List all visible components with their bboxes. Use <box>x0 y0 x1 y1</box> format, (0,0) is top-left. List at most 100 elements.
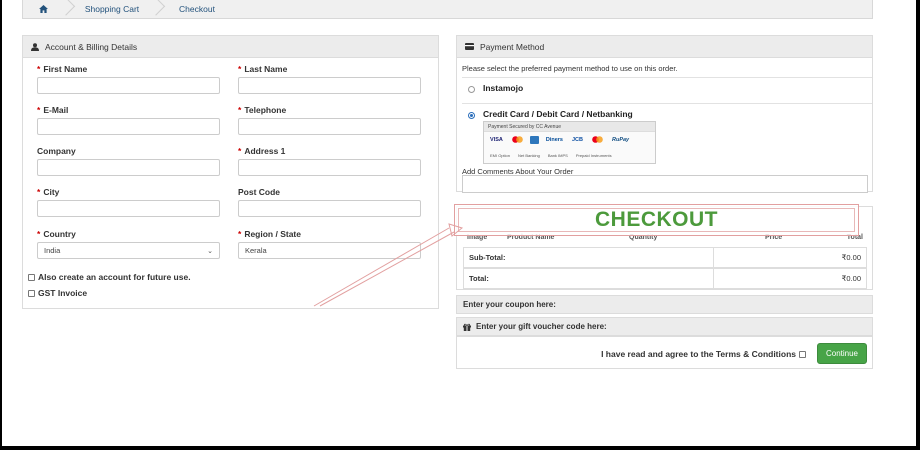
email-input[interactable] <box>37 118 220 135</box>
card-brand-row: VISA Diners JCB RuPay <box>484 132 655 148</box>
address-1-label: Address 1 <box>244 146 286 156</box>
jcb-logo: JCB <box>571 137 583 143</box>
amex-logo <box>529 136 539 144</box>
billing-panel-title: Account & Billing Details <box>45 41 138 52</box>
terms-option[interactable]: I have read and agree to the Terms & Con… <box>601 349 806 359</box>
terms-checkbox[interactable] <box>799 350 806 358</box>
last-name-input[interactable] <box>238 77 421 94</box>
country-value: India <box>44 246 61 255</box>
voucher-label: Enter your gift voucher code here: <box>476 322 607 331</box>
net-banking-label: Net Banking <box>518 153 540 158</box>
terms-section: I have read and agree to the Terms & Con… <box>456 336 873 369</box>
bank-imps-label: Bank IMPS <box>547 153 568 158</box>
payment-instructions: Please select the preferred payment meth… <box>462 64 678 73</box>
region-value: Kerala <box>245 246 267 255</box>
voucher-toggle[interactable]: Enter your gift voucher code here: <box>456 317 873 336</box>
emi-option-label: EMI Option <box>490 153 511 158</box>
ccavenue-radio[interactable] <box>468 112 475 119</box>
company-input[interactable] <box>37 159 220 176</box>
home-icon <box>38 5 48 13</box>
subtotal-label: Sub-Total: <box>464 248 714 267</box>
required-marker: * <box>37 105 41 115</box>
billing-panel-heading: Account & Billing Details <box>23 36 438 58</box>
instamojo-label[interactable]: Instamojo <box>483 83 523 93</box>
user-icon <box>31 42 39 51</box>
email-label: E-Mail <box>43 105 69 115</box>
telephone-label: Telephone <box>244 105 287 115</box>
ccavenue-label[interactable]: Credit Card / Debit Card / Netbanking <box>483 109 633 119</box>
breadcrumb-home[interactable] <box>23 0 63 19</box>
required-marker: * <box>238 229 242 239</box>
payment-panel-title: Payment Method <box>480 41 545 52</box>
first-name-field: * First Name <box>37 64 220 94</box>
city-field: * City <box>37 187 220 217</box>
post-code-input[interactable] <box>238 200 421 217</box>
address-1-input[interactable] <box>238 159 421 176</box>
rupay-logo: RuPay <box>611 137 630 143</box>
telephone-field: * Telephone <box>238 105 421 135</box>
create-account-checkbox[interactable] <box>28 273 35 281</box>
gift-icon <box>463 323 471 331</box>
secured-by-text: Payment Secured by CC Avenue <box>484 122 655 132</box>
email-field: * E-Mail <box>37 105 220 135</box>
region-select[interactable]: Kerala <box>238 242 421 259</box>
gst-invoice-option[interactable]: GST Invoice <box>28 288 87 298</box>
region-field: * Region / State Kerala <box>238 229 421 259</box>
divider <box>462 103 872 104</box>
chevron-down-icon: ⌄ <box>207 247 213 255</box>
gst-invoice-checkbox[interactable] <box>28 289 35 297</box>
breadcrumb-separator <box>63 0 71 19</box>
company-field: Company <box>37 146 220 176</box>
visa-logo: VISA <box>490 137 503 143</box>
payment-panel-heading: Payment Method <box>457 36 872 58</box>
breadcrumb: Shopping Cart Checkout <box>22 0 873 19</box>
create-account-option[interactable]: Also create an account for future use. <box>28 272 191 282</box>
divider <box>462 77 872 78</box>
first-name-input[interactable] <box>37 77 220 94</box>
region-label: Region / State <box>244 229 301 239</box>
mastercard-logo <box>510 135 525 146</box>
country-select[interactable]: India ⌄ <box>37 242 220 259</box>
ccavenue-logos: Payment Secured by CC Avenue VISA Diners… <box>483 121 656 164</box>
post-code-label: Post Code <box>238 187 281 197</box>
continue-button[interactable]: Continue <box>817 343 867 364</box>
checkout-annotation-box: CHECKOUT <box>454 204 859 236</box>
gst-invoice-label: GST Invoice <box>38 288 88 298</box>
coupon-toggle[interactable]: Enter your coupon here: <box>456 295 873 314</box>
checkout-annotation-text: CHECKOUT <box>595 208 718 231</box>
breadcrumb-checkout[interactable]: Checkout <box>161 0 233 19</box>
first-name-label: First Name <box>43 64 88 74</box>
credit-card-icon <box>465 43 474 50</box>
telephone-input[interactable] <box>238 118 421 135</box>
payment-panel: Payment Method Please select the preferr… <box>456 35 873 193</box>
required-marker: * <box>238 105 242 115</box>
billing-panel: Account & Billing Details * First Name * L… <box>22 35 439 309</box>
city-label: City <box>43 187 60 197</box>
required-marker: * <box>37 187 41 197</box>
total-label: Total: <box>464 269 714 288</box>
required-marker: * <box>37 64 41 74</box>
required-marker: * <box>238 146 242 156</box>
total-row: Total: ₹0.00 <box>463 268 867 289</box>
instamojo-radio[interactable] <box>468 86 475 93</box>
subtotal-value: ₹0.00 <box>841 253 861 262</box>
create-account-label: Also create an account for future use. <box>38 272 191 282</box>
company-label: Company <box>37 146 76 156</box>
checkout-page: Shopping Cart Checkout Account & Billing… <box>2 0 916 446</box>
diners-logo: Diners <box>545 137 563 143</box>
required-marker: * <box>238 64 242 74</box>
prepaid-instruments-label: Prepaid Instruments <box>575 153 612 158</box>
terms-label: I have read and agree to the Terms & Con… <box>601 349 796 359</box>
last-name-field: * Last Name <box>238 64 421 94</box>
payment-method-row: EMI Option Net Banking Bank IMPS Prepaid… <box>484 148 655 163</box>
breadcrumb-separator <box>153 0 161 19</box>
required-marker: * <box>37 229 41 239</box>
breadcrumb-shopping-cart[interactable]: Shopping Cart <box>71 0 153 19</box>
country-label: Country <box>43 229 76 239</box>
subtotal-row: Sub-Total: ₹0.00 <box>463 247 867 268</box>
address-1-field: * Address 1 <box>238 146 421 176</box>
country-field: * Country India ⌄ <box>37 229 220 259</box>
city-input[interactable] <box>37 200 220 217</box>
total-value: ₹0.00 <box>841 274 861 283</box>
comments-textarea[interactable] <box>462 175 868 193</box>
